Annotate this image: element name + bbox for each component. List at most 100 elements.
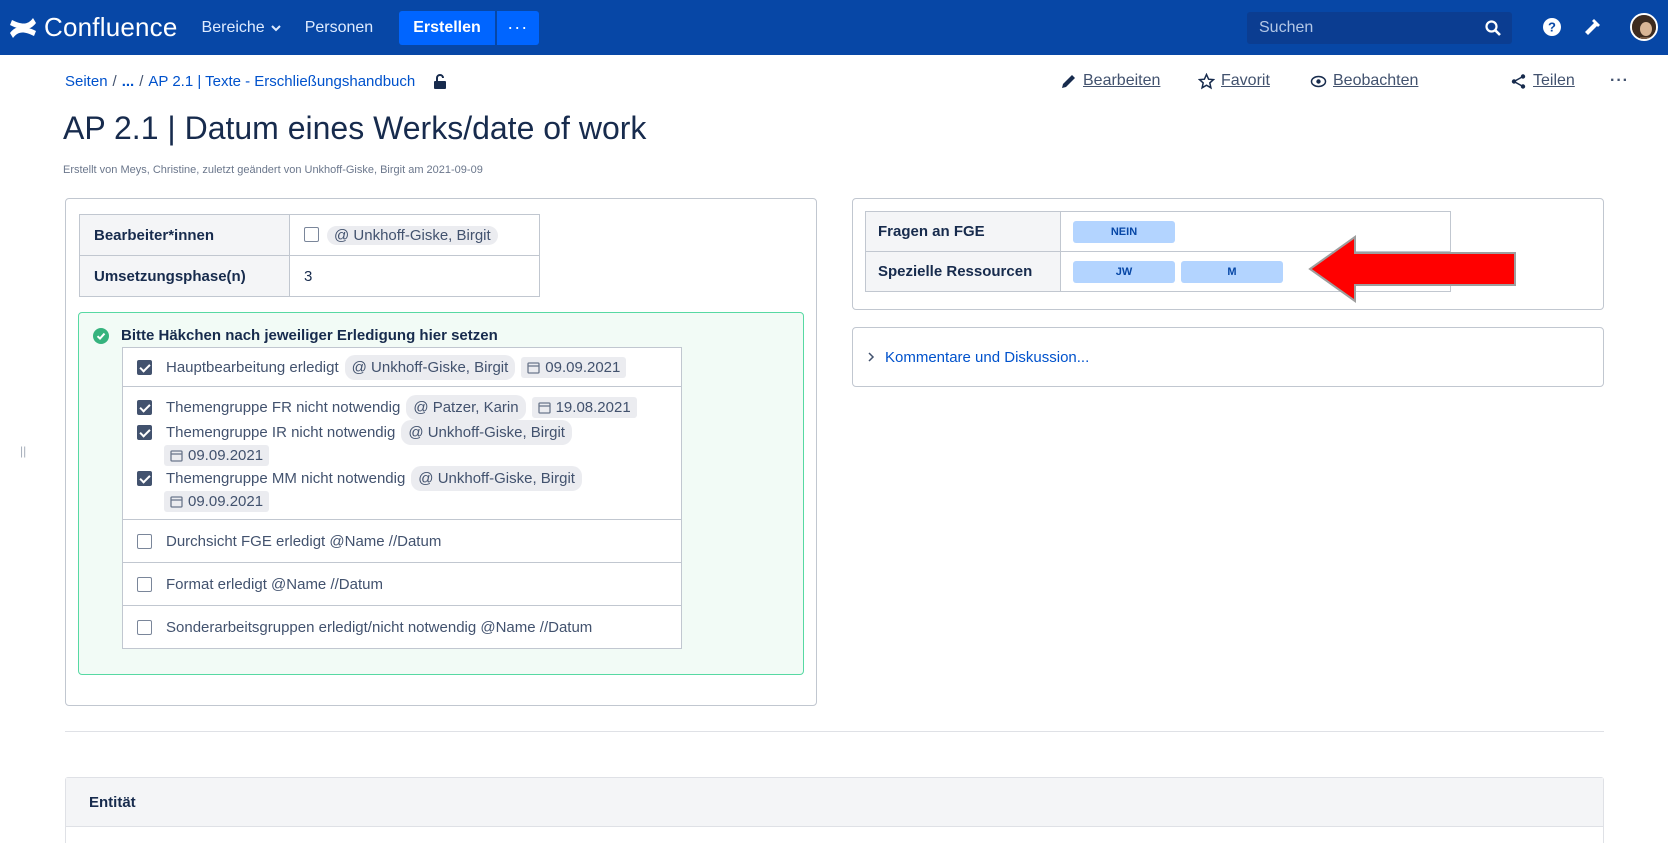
breadcrumb-ellipsis[interactable]: ... — [122, 73, 135, 90]
search-icon[interactable] — [1484, 19, 1502, 37]
task-checkbox[interactable] — [137, 533, 152, 549]
chevron-right-icon — [868, 352, 875, 362]
task-item: Sonderarbeitsgruppen erledigt/nicht notw… — [137, 616, 667, 639]
pencil-icon — [1062, 74, 1075, 88]
breadcrumb-separator: / — [139, 73, 144, 90]
task-checkbox[interactable] — [137, 399, 152, 415]
top-navigation: Confluence Bereiche Personen Erstellen ·… — [0, 0, 1668, 55]
calendar-icon — [170, 495, 183, 508]
phase-label: Umsetzungsphase(n) — [79, 255, 290, 297]
entity-header: Entität — [66, 778, 1603, 827]
task-item: Durchsicht FGE erledigt @Name //Datum — [137, 530, 667, 553]
phase-value: 3 — [289, 255, 540, 297]
unlock-icon[interactable] — [432, 73, 448, 90]
star-icon — [1198, 72, 1215, 89]
sidebar-resize-handle[interactable]: || — [20, 444, 26, 458]
table-row: Durchsicht FGE erledigt @Name //Datum — [122, 519, 682, 563]
watch-button[interactable]: Beobachten — [1310, 72, 1418, 90]
breadcrumb-parent-link[interactable]: AP 2.1 | Texte - Erschließungshandbuch — [148, 73, 415, 90]
favorite-label: Favorit — [1221, 72, 1270, 89]
task-date-text: 09.09.2021 — [545, 358, 621, 376]
breadcrumb-pages-link[interactable]: Seiten — [65, 73, 108, 90]
task-date[interactable]: 19.08.2021 — [531, 396, 637, 418]
comments-expand[interactable]: Kommentare und Diskussion... — [852, 327, 1604, 387]
nav-people[interactable]: Personen — [305, 19, 374, 37]
task-date[interactable]: 09.09.2021 — [164, 490, 270, 512]
special-resources-label: Spezielle Ressourcen — [865, 251, 1061, 292]
calendar-icon — [537, 401, 551, 414]
task-text: Themengruppe MM nicht notwendig — [166, 469, 406, 487]
task-cell: Format erledigt @Name //Datum — [122, 562, 682, 606]
nav-spaces[interactable]: Bereiche — [202, 19, 281, 37]
calendar-icon — [170, 449, 183, 462]
task-checkbox[interactable] — [137, 424, 152, 440]
task-text: Sonderarbeitsgruppen erledigt/nicht notw… — [166, 618, 593, 636]
task-panel: Bitte Häkchen nach jeweiliger Erledigung… — [78, 312, 804, 675]
share-icon — [1511, 73, 1526, 89]
divider — [65, 731, 1604, 732]
editors-cell: @ Unkhoff-Giske, Birgit — [289, 214, 540, 256]
task-cell: Sonderarbeitsgruppen erledigt/nicht notw… — [122, 605, 682, 649]
create-button[interactable]: Erstellen — [399, 10, 495, 45]
edit-button[interactable]: Bearbeiten — [1060, 72, 1160, 90]
check-circle-icon — [93, 327, 109, 344]
task-cell: Themengruppe FR nicht notwendig @ Patzer… — [122, 386, 682, 520]
task-date-text: 09.09.2021 — [188, 446, 264, 464]
task-item-continuation: 09.09.2021 — [137, 490, 667, 512]
nav-spaces-label: Bereiche — [201, 18, 265, 36]
editors-label: Bearbeiter*innen — [79, 214, 290, 256]
chevron-down-icon — [270, 24, 281, 31]
task-table: Hauptbearbeitung erledigt @ Unkhoff-Gisk… — [122, 347, 682, 649]
more-actions-button[interactable]: ··· — [1610, 72, 1629, 90]
task-mention[interactable]: @ Unkhoff-Giske, Birgit — [411, 465, 582, 491]
red-arrow-annotation-icon — [1308, 235, 1516, 303]
task-mention[interactable]: @ Patzer, Karin — [406, 394, 526, 420]
search-box[interactable] — [1247, 12, 1512, 44]
table-row: Sonderarbeitsgruppen erledigt/nicht notw… — [122, 605, 682, 649]
comments-label: Kommentare und Diskussion... — [885, 348, 1090, 366]
confluence-logo-icon — [10, 17, 36, 38]
task-cell: Durchsicht FGE erledigt @Name //Datum — [122, 519, 682, 563]
favorite-button[interactable]: Favorit — [1198, 72, 1270, 90]
task-item: Themengruppe MM nicht notwendig @ Unkhof… — [137, 465, 667, 491]
editors-mention[interactable]: @ Unkhoff-Giske, Birgit — [327, 225, 498, 245]
task-mention[interactable]: @ Unkhoff-Giske, Birgit — [344, 354, 516, 380]
nav-people-label: Personen — [304, 18, 374, 36]
table-row: Bearbeiter*innen @ Unkhoff-Giske, Birgit — [79, 214, 540, 256]
task-text: Durchsicht FGE erledigt @Name //Datum — [166, 532, 442, 550]
status-badge: NEIN — [1073, 220, 1175, 243]
task-panel-title-text: Bitte Häkchen nach jeweiliger Erledigung… — [121, 327, 498, 344]
create-more-button[interactable]: ··· — [496, 10, 539, 45]
left-panel: Bearbeiter*innen @ Unkhoff-Giske, Birgit… — [65, 198, 817, 706]
task-mention[interactable]: @ Unkhoff-Giske, Birgit — [401, 419, 572, 445]
status-badge: JW — [1073, 260, 1175, 283]
help-icon[interactable]: ? — [1541, 16, 1563, 38]
share-label: Teilen — [1533, 72, 1575, 89]
calendar-icon — [527, 361, 540, 374]
page-title: AP 2.1 | Datum eines Werks/date of work — [63, 110, 647, 146]
task-checkbox[interactable] — [137, 619, 152, 635]
task-item: Themengruppe FR nicht notwendig @ Patzer… — [137, 394, 667, 420]
status-badge: M — [1181, 260, 1283, 283]
confluence-home-link[interactable]: Confluence — [6, 11, 178, 45]
task-item: Hauptbearbeitung erledigt @ Unkhoff-Gisk… — [137, 354, 667, 380]
task-date[interactable]: 09.09.2021 — [521, 356, 627, 378]
svg-text:?: ? — [1548, 20, 1556, 35]
task-item: Themengruppe IR nicht notwendig @ Unkhof… — [137, 419, 667, 445]
watch-label: Beobachten — [1333, 72, 1419, 89]
task-checkbox[interactable] — [137, 576, 152, 592]
breadcrumb: Seiten / ... / AP 2.1 | Texte - Erschlie… — [65, 73, 448, 90]
task-checkbox[interactable] — [137, 359, 152, 375]
table-row: Themengruppe FR nicht notwendig @ Patzer… — [122, 386, 682, 520]
search-input[interactable] — [1259, 19, 1469, 37]
notifications-icon[interactable] — [1581, 16, 1603, 38]
task-date-text: 19.08.2021 — [555, 398, 631, 416]
user-avatar[interactable] — [1630, 13, 1658, 41]
task-checkbox[interactable] — [137, 470, 152, 486]
editors-checkbox[interactable] — [304, 226, 319, 242]
task-panel-title: Bitte Häkchen nach jeweiliger Erledigung… — [93, 327, 498, 344]
task-date-text: 09.09.2021 — [188, 492, 264, 510]
entity-section: Entität — [65, 777, 1604, 843]
share-button[interactable]: Teilen — [1510, 72, 1575, 90]
task-date[interactable]: 09.09.2021 — [164, 444, 270, 466]
